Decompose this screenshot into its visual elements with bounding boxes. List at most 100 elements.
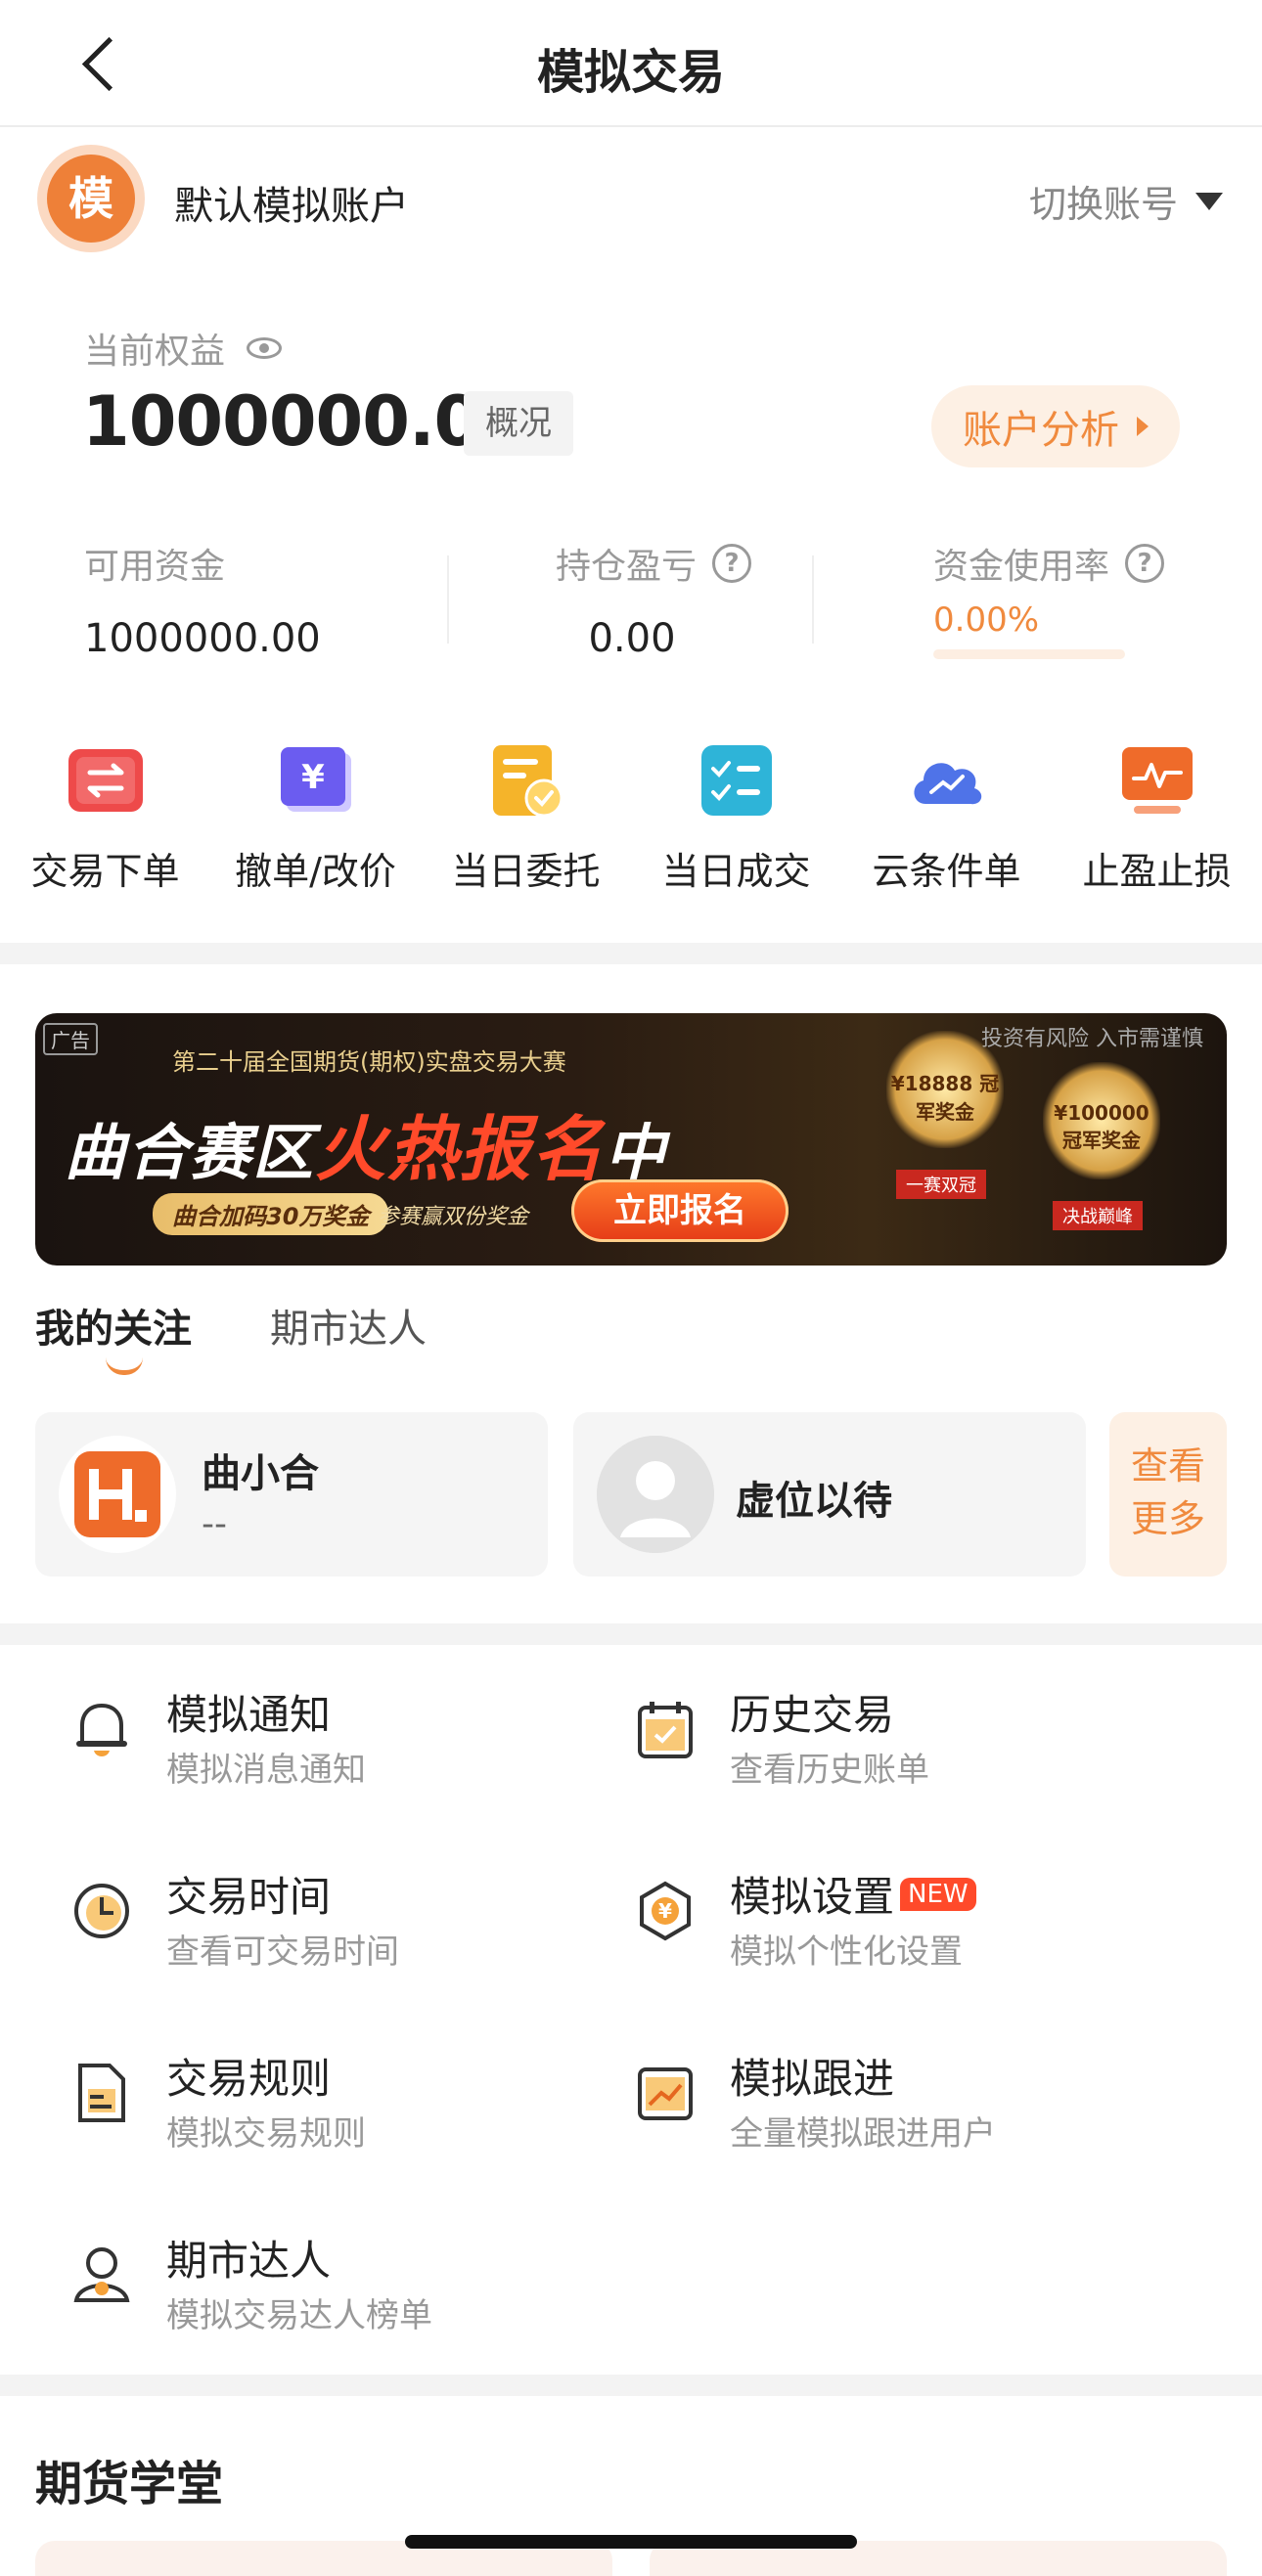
user-medal-icon [68, 2242, 135, 2308]
home-indicator [405, 2535, 857, 2549]
avatar-char: 模 [47, 155, 135, 243]
quick-action-label: 云条件单 [872, 850, 1021, 893]
switch-account-button[interactable]: 切换账号 [1029, 174, 1223, 228]
menu-history-trades[interactable]: 历史交易 查看历史账单 [632, 1682, 1180, 1809]
view-more-line2: 更多 [1130, 1497, 1205, 1540]
quick-action-stop-profit-loss[interactable]: 止盈止损 [1052, 739, 1262, 895]
quick-action-label: 撤单/改价 [235, 850, 396, 893]
checklist-icon [696, 739, 778, 822]
menu-title: 历史交易 [730, 1691, 895, 1739]
settings-hex-icon: ¥ [632, 1878, 699, 1944]
account-analysis-label: 账户分析 [963, 408, 1119, 453]
menu-sim-settings[interactable]: ¥ 模拟设置 NEW 模拟个性化设置 [632, 1864, 1180, 1991]
calendar-icon [632, 1696, 699, 1762]
banner-title: 曲合赛区火热报名中 [65, 1091, 667, 1194]
menu-title: 模拟跟进 [730, 2055, 895, 2103]
yen-ticket-icon: ¥ [275, 739, 357, 822]
follow-avatar [59, 1436, 176, 1553]
account-analysis-button[interactable]: 账户分析 [931, 385, 1180, 467]
menu-title: 模拟设置 NEW [730, 1864, 976, 1924]
risk-note: 投资有风险 入市需谨慎 [981, 1027, 1203, 1051]
equity-value: 1000000.00 [82, 381, 528, 462]
quick-actions: 交易下单 ¥ 撤单/改价 当日委托 当日成交 云条件单 止盈止损 [0, 739, 1262, 896]
quick-action-label: 止盈止损 [1082, 850, 1232, 893]
help-icon[interactable]: ? [712, 544, 752, 583]
section-divider [0, 2375, 1262, 2396]
promo-banner[interactable]: 广告 投资有风险 入市需谨慎 第二十届全国期货(期权)实盘交易大赛 曲合赛区火热… [35, 1013, 1227, 1266]
menu-sim-notice[interactable]: 模拟通知 模拟消息通知 [68, 1682, 616, 1809]
view-more-line1: 查看 [1130, 1444, 1205, 1488]
eye-icon[interactable] [247, 337, 283, 359]
stat-usage-label: 资金使用率 [933, 547, 1110, 587]
account-row: 模 默认模拟账户 切换账号 [0, 145, 1262, 258]
stat-usage-value: 0.00% [933, 600, 1040, 640]
quick-action-label: 当日委托 [451, 850, 601, 893]
tab-market-experts[interactable]: 期市达人 [270, 1297, 427, 1354]
page-title: 模拟交易 [536, 45, 725, 100]
banner-bonus-pill: 曲合加码30万奖金 [153, 1193, 389, 1235]
equity-label-row: 当前权益 [84, 323, 283, 374]
default-avatar-icon [597, 1436, 714, 1553]
follow-card[interactable]: 曲小合 -- [35, 1412, 548, 1577]
menu-title-text: 模拟设置 [730, 1873, 895, 1921]
quick-action-today-trades[interactable]: 当日成交 [631, 739, 841, 895]
menu-title: 交易时间 [166, 1873, 332, 1921]
menu-sub: 模拟交易达人榜单 [166, 2296, 432, 2335]
follow-name: 曲小合 [202, 1451, 319, 1496]
help-icon[interactable]: ? [1125, 544, 1165, 583]
menu-trade-rules[interactable]: 交易规则 模拟交易规则 [68, 2046, 616, 2173]
section-title: 期货学堂 [35, 2457, 224, 2511]
account-avatar: 模 [37, 145, 145, 252]
prize-plate: 决战巅峰 [1053, 1201, 1143, 1230]
tab-active-indicator [106, 1357, 143, 1375]
stat-available: 可用资金 1000000.00 [84, 538, 321, 661]
stat-pnl-label: 持仓盈亏 [556, 547, 698, 587]
menu-sim-follow[interactable]: 模拟跟进 全量模拟跟进用户 [632, 2046, 1180, 2173]
stat-divider [447, 555, 449, 644]
overview-button[interactable]: 概况 [464, 391, 573, 456]
banner-title-hot: 火热报名 [315, 1108, 606, 1190]
menu-sub: 查看历史账单 [730, 1751, 929, 1790]
prize-plate: 一赛双冠 [896, 1170, 986, 1199]
section-divider [0, 943, 1262, 964]
quick-action-place-order[interactable]: 交易下单 [0, 739, 210, 895]
monitor-chart-icon [1116, 739, 1198, 822]
banner-title-suffix: 中 [605, 1117, 668, 1188]
caret-down-icon [1195, 192, 1223, 210]
cloud-chart-icon [906, 739, 988, 822]
stat-divider [812, 555, 814, 644]
stat-pnl: 持仓盈亏 ? 0.00 [556, 538, 752, 661]
stat-available-label: 可用资金 [84, 547, 226, 587]
menu-sub: 模拟个性化设置 [730, 1932, 963, 1972]
stat-usage: 资金使用率 ? 0.00% [933, 538, 1165, 659]
section-divider [0, 1623, 1262, 1645]
view-more-button[interactable]: 查看 更多 [1109, 1412, 1227, 1577]
menu-trade-time[interactable]: 交易时间 查看可交易时间 [68, 1864, 616, 1991]
menu-title: 模拟通知 [166, 1691, 332, 1739]
bell-icon [68, 1696, 135, 1762]
rule-doc-icon [68, 2060, 135, 2126]
quick-action-label: 当日成交 [661, 850, 811, 893]
banner-subtitle: 第二十届全国期货(期权)实盘交易大赛 [172, 1048, 566, 1076]
menu-market-experts[interactable]: 期市达人 模拟交易达人榜单 [68, 2228, 616, 2355]
tab-my-follows[interactable]: 我的关注 [35, 1297, 192, 1354]
quick-action-today-orders[interactable]: 当日委托 [421, 739, 631, 895]
quick-action-label: 交易下单 [30, 850, 180, 893]
stat-available-value: 1000000.00 [84, 616, 321, 661]
prize-text: ¥18888 冠军奖金 [890, 1072, 1000, 1124]
quick-action-cancel-modify[interactable]: ¥ 撤单/改价 [210, 739, 421, 895]
menu-sub: 查看可交易时间 [166, 1932, 399, 1972]
prize-text: ¥100000 冠军奖金 [1054, 1101, 1149, 1152]
follow-card-placeholder[interactable]: 虚位以待 [573, 1412, 1086, 1577]
stat-pnl-value: 0.00 [588, 616, 676, 661]
chevron-right-icon [1137, 417, 1149, 436]
switch-account-label: 切换账号 [1028, 183, 1178, 226]
follow-sub: -- [202, 1504, 227, 1544]
account-name: 默认模拟账户 [174, 184, 409, 229]
equity-label: 当前权益 [84, 332, 226, 372]
quick-action-cloud-conditional[interactable]: 云条件单 [841, 739, 1052, 895]
banner-title-prefix: 曲合赛区 [65, 1117, 316, 1188]
exchange-icon [65, 739, 147, 822]
menu-title: 交易规则 [166, 2055, 332, 2103]
signup-button[interactable]: 立即报名 [571, 1179, 789, 1242]
